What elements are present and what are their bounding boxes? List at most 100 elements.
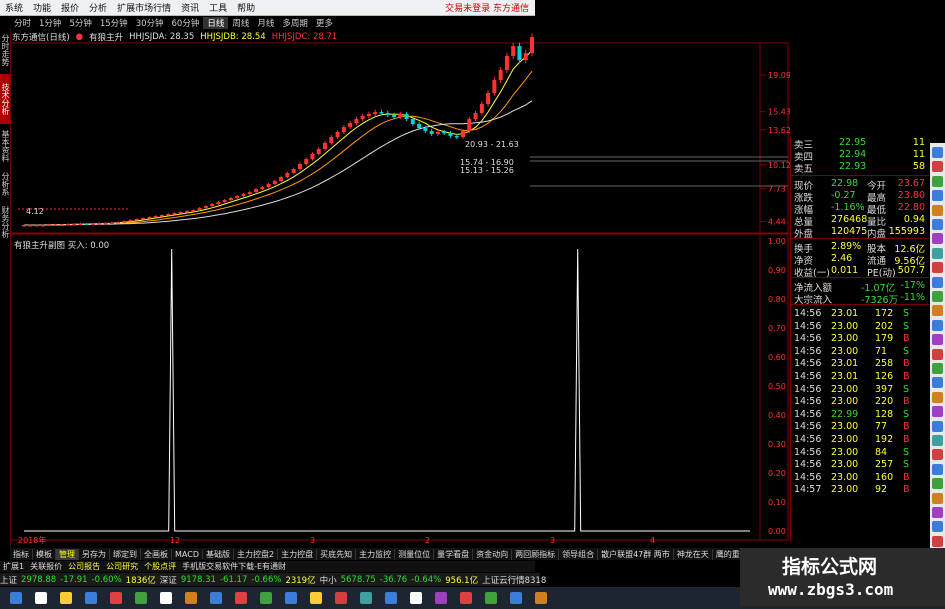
left-tab-finance[interactable]: 财务分析	[0, 204, 10, 240]
period-tab-3[interactable]: 15分钟	[96, 17, 132, 29]
menu-item-help[interactable]: 帮助	[232, 1, 260, 14]
period-tab-9[interactable]: 多周期	[278, 17, 312, 29]
login-status[interactable]: 交易未登录 东方通信	[440, 1, 535, 14]
indicator-tab[interactable]: 全画板	[141, 548, 172, 560]
menu-item-system[interactable]: 系统	[0, 1, 28, 14]
taskbar-app-icon[interactable]	[310, 592, 322, 604]
news-item[interactable]: 公司研究	[103, 561, 141, 572]
menu-item-analysis[interactable]: 分析	[84, 1, 112, 14]
menu-item-news[interactable]: 资讯	[176, 1, 204, 14]
tool-icon[interactable]	[932, 535, 943, 547]
taskbar-app-icon[interactable]	[435, 592, 447, 604]
indicator-tab[interactable]: 主力监控	[356, 548, 396, 560]
tool-icon[interactable]	[932, 463, 943, 475]
tool-icon[interactable]	[932, 492, 943, 504]
period-tab-10[interactable]: 更多	[312, 17, 337, 29]
menu-item-quote[interactable]: 报价	[56, 1, 84, 14]
indicator-tab[interactable]: MACD	[172, 549, 203, 559]
tool-icon[interactable]	[932, 147, 943, 158]
period-tab-4[interactable]: 30分钟	[132, 17, 168, 29]
indicator-tab[interactable]: 资金动向	[473, 548, 513, 560]
indicator-tab[interactable]: 测量位位	[395, 548, 435, 560]
tool-icon[interactable]	[932, 247, 943, 259]
taskbar-app-icon[interactable]	[35, 592, 47, 604]
tool-icon[interactable]	[932, 377, 943, 389]
taskbar-app-icon[interactable]	[110, 592, 122, 604]
news-item[interactable]: 手机版交易软件下载-E有通财	[179, 561, 289, 572]
tool-icon[interactable]	[932, 204, 943, 216]
news-item[interactable]: 公司报告	[65, 561, 103, 572]
period-tab-0[interactable]: 分时	[10, 17, 35, 29]
indicator-tab[interactable]: 买底先知	[317, 548, 357, 560]
indicator-tab[interactable]: 两回顾指标	[512, 548, 560, 560]
taskbar-app-icon[interactable]	[185, 592, 197, 604]
tool-icon[interactable]	[932, 219, 943, 230]
indicator-tab[interactable]: 主力控盘	[278, 548, 318, 560]
left-tab-technical[interactable]: 技术分析	[0, 74, 10, 124]
taskbar-app-icon[interactable]	[85, 592, 97, 604]
taskbar-app-icon[interactable]	[535, 592, 547, 604]
indicator-tab[interactable]: 另存为	[79, 548, 110, 560]
news-item[interactable]: 关联报价	[27, 561, 65, 572]
tool-icon[interactable]	[932, 276, 943, 288]
tool-icon[interactable]	[932, 190, 943, 202]
tool-icon[interactable]	[932, 175, 943, 187]
tool-icon[interactable]	[932, 449, 943, 461]
indicator-tab[interactable]: 神龙在天	[674, 548, 713, 560]
tool-icon[interactable]	[932, 507, 943, 518]
tool-icon[interactable]	[932, 391, 943, 403]
tool-icon[interactable]	[932, 319, 943, 331]
period-tab-1[interactable]: 1分钟	[35, 17, 65, 29]
taskbar-app-icon[interactable]	[135, 592, 147, 604]
tool-icon[interactable]	[932, 521, 943, 533]
period-tab-2[interactable]: 5分钟	[65, 17, 95, 29]
taskbar-app-icon[interactable]	[360, 592, 372, 604]
tool-icon[interactable]	[932, 435, 943, 446]
indicator-tab[interactable]: 绑定到	[110, 548, 141, 560]
news-item[interactable]: 个股点评	[141, 561, 179, 572]
tool-icon[interactable]	[932, 233, 943, 245]
tool-icon[interactable]	[932, 348, 943, 360]
tool-icon[interactable]	[932, 262, 943, 274]
period-tab-7[interactable]: 周线	[228, 17, 253, 29]
menu-item-ext-market[interactable]: 扩展市场行情	[112, 1, 176, 14]
tool-icon[interactable]	[932, 420, 943, 432]
tool-icon[interactable]	[932, 291, 943, 302]
left-tab-basic[interactable]: 基本资料	[0, 128, 10, 164]
taskbar-app-icon[interactable]	[160, 592, 172, 604]
taskbar-app-icon[interactable]	[285, 592, 297, 604]
indicator-tab[interactable]: 量学看盘	[434, 548, 474, 560]
indicator-tab[interactable]: 管理	[56, 548, 79, 560]
indicator-tab[interactable]: 散户联盟47群 两市	[598, 548, 674, 560]
period-tab-8[interactable]: 月线	[253, 17, 278, 29]
tool-icon[interactable]	[932, 161, 943, 173]
taskbar-app-icon[interactable]	[235, 592, 247, 604]
period-tab-5[interactable]: 60分钟	[168, 17, 204, 29]
taskbar-app-icon[interactable]	[485, 592, 497, 604]
left-tab-analysis[interactable]: 分析系	[0, 168, 10, 200]
taskbar-app-icon[interactable]	[335, 592, 347, 604]
menu-item-function[interactable]: 功能	[28, 1, 56, 14]
period-tab-6[interactable]: 日线	[203, 16, 229, 29]
server-status[interactable]: 上证云行情8318	[482, 574, 546, 586]
menu-item-tools[interactable]: 工具	[204, 1, 232, 14]
left-tab-intraday[interactable]: 分时走势	[0, 30, 10, 70]
tool-icon[interactable]	[932, 478, 943, 490]
taskbar-app-icon[interactable]	[210, 592, 222, 604]
indicator-tab[interactable]: 基础版	[203, 548, 234, 560]
news-item[interactable]: 扩展1	[0, 561, 27, 572]
taskbar-app-icon[interactable]	[10, 592, 22, 604]
taskbar-app-icon[interactable]	[460, 592, 472, 604]
tool-icon[interactable]	[932, 334, 943, 346]
taskbar-app-icon[interactable]	[260, 592, 272, 604]
indicator-tab[interactable]: 主力控盘2	[234, 548, 279, 560]
tool-icon[interactable]	[932, 305, 943, 317]
tool-icon[interactable]	[932, 406, 943, 418]
kline-chart-area[interactable]: 19.09 15.43 13.62 10.12 7.73 4.44 20.93 - 21.…	[10, 29, 790, 547]
taskbar-app-icon[interactable]	[60, 592, 72, 604]
taskbar-app-icon[interactable]	[385, 592, 397, 604]
taskbar-app-icon[interactable]	[510, 592, 522, 604]
indicator-tab[interactable]: 模板	[33, 548, 56, 560]
indicator-tab[interactable]: 指标	[10, 548, 33, 560]
indicator-tab[interactable]: 领导组合	[559, 548, 599, 560]
